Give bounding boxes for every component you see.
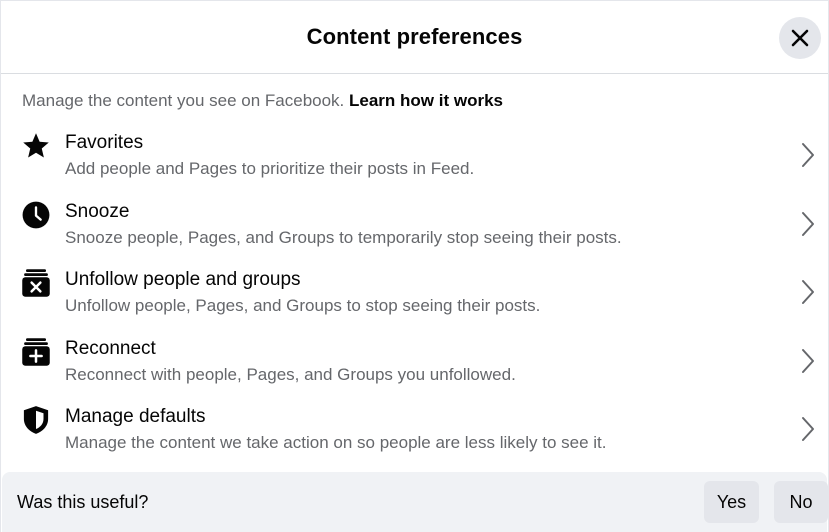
no-button[interactable]: No — [774, 481, 828, 523]
learn-how-it-works-link[interactable]: Learn how it works — [349, 91, 503, 110]
chevron-right-icon — [798, 415, 818, 443]
feedback-question: Was this useful? — [17, 492, 149, 512]
item-description: Manage the content we take action on so … — [65, 433, 607, 452]
close-button[interactable] — [779, 17, 821, 59]
list-item-manage-defaults[interactable]: Manage defaults Manage the content we ta… — [1, 397, 828, 466]
content-preferences-dialog: Content preferences Manage the content y… — [0, 0, 829, 532]
feedback-footer: Was this useful? Yes No — [2, 472, 828, 532]
item-title: Manage defaults — [65, 406, 206, 427]
list-item-unfollow[interactable]: Unfollow people and groups Unfollow peop… — [1, 260, 828, 329]
preferences-list: Favorites Add people and Pages to priori… — [1, 123, 828, 466]
close-icon — [791, 29, 809, 47]
chevron-right-icon — [798, 278, 818, 306]
item-description: Snooze people, Pages, and Groups to temp… — [65, 227, 622, 247]
star-icon — [21, 131, 51, 161]
shield-icon — [21, 405, 51, 435]
list-item-reconnect[interactable]: Reconnect Reconnect with people, Pages, … — [1, 329, 828, 398]
chevron-right-icon — [798, 347, 818, 375]
item-title: Unfollow people and groups — [65, 269, 301, 290]
item-description: Unfollow people, Pages, and Groups to st… — [65, 296, 541, 315]
clock-icon — [21, 200, 51, 230]
dialog-title: Content preferences — [306, 24, 523, 49]
yes-button[interactable]: Yes — [704, 481, 759, 523]
intro-text: Manage the content you see on Facebook. … — [22, 91, 503, 111]
unfollow-icon — [21, 268, 51, 298]
reconnect-icon — [21, 337, 51, 367]
chevron-right-icon — [798, 141, 818, 169]
list-item-favorites[interactable]: Favorites Add people and Pages to priori… — [1, 123, 828, 192]
item-title: Favorites — [65, 132, 144, 153]
item-description: Add people and Pages to prioritize their… — [65, 159, 475, 178]
list-item-snooze[interactable]: Snooze Snooze people, Pages, and Groups … — [1, 192, 828, 261]
dialog-header: Content preferences — [1, 1, 828, 74]
item-title: Reconnect — [65, 337, 156, 359]
chevron-right-icon — [798, 210, 818, 238]
item-description: Reconnect with people, Pages, and Groups… — [65, 364, 516, 384]
intro-description: Manage the content you see on Facebook. — [22, 91, 345, 110]
item-title: Snooze — [65, 200, 130, 222]
